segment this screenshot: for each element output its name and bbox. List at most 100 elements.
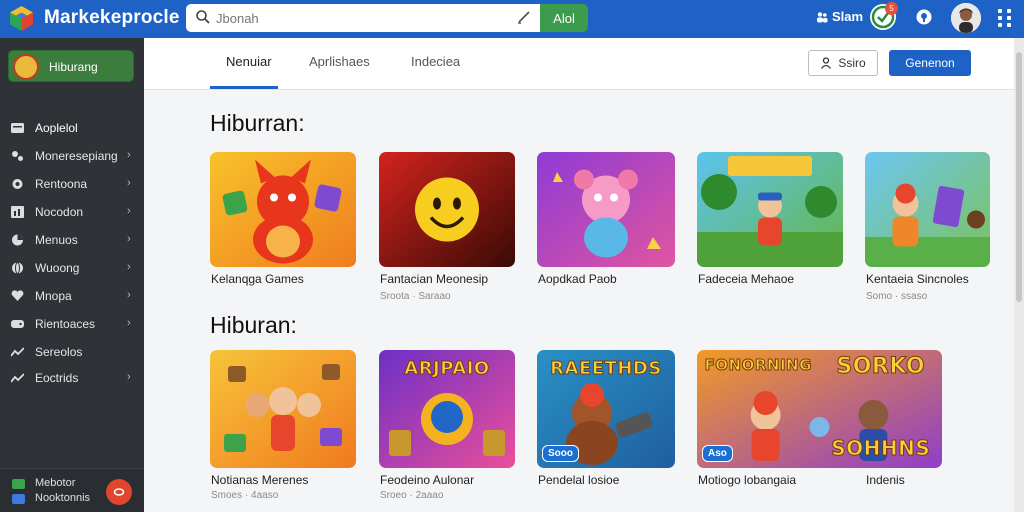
sidebar-item[interactable]: Rientoaces › (0, 312, 144, 336)
app-name[interactable]: Kentaeia Sincnoles (866, 272, 969, 286)
app-name[interactable]: Kelanqga Games (211, 272, 304, 286)
notification-badge: 5 (885, 2, 898, 15)
app-thumbnail[interactable] (537, 152, 675, 267)
category-badge-label: Hiburang (49, 60, 98, 74)
apps-grid-icon[interactable] (998, 9, 1012, 27)
sidebar-item[interactable]: Sereolos (0, 340, 144, 364)
app-name[interactable]: Fadeceia Mehaoe (698, 272, 794, 286)
user-group-icon (817, 11, 828, 22)
app-name[interactable]: Pendelal losioe (538, 473, 619, 487)
app-thumbnail[interactable] (210, 350, 356, 468)
sidebar-item[interactable]: Moneresepiang › (0, 144, 144, 168)
category-logo-icon (13, 54, 39, 80)
search-input[interactable] (216, 8, 486, 28)
app-name[interactable]: Motiogo lobangaia (698, 473, 796, 487)
sidebar-item[interactable]: Wuoong › (0, 256, 144, 280)
apps-icon (11, 123, 24, 133)
tab-indeciea[interactable]: Indeciea (411, 54, 460, 69)
status-icon (12, 479, 25, 489)
signin-label: Slam (832, 9, 864, 24)
chevron-right-icon: › (127, 205, 131, 217)
sidebar: Hiburang Aoplelol Moneresepiang › Rentoona ›… (0, 38, 144, 512)
thumbnail-banner-text: RAEETHDS (550, 358, 662, 380)
app-tag-badge: Sooo (542, 445, 579, 462)
sidebar-item-label: Menuos (35, 233, 78, 247)
app-meta: Somo · ssaso (866, 291, 928, 302)
search-box (186, 4, 540, 32)
chevron-right-icon: › (127, 371, 131, 383)
help-icon[interactable] (915, 8, 933, 26)
content-header: Nenuiar Aprlishaes Indeciea Ssiro Geneno… (144, 38, 1014, 90)
thumbnail-banner-text: SORKO (836, 354, 926, 380)
sidebar-item[interactable]: Aoplelol (0, 116, 144, 140)
record-button[interactable] (106, 479, 132, 505)
footer-line-2: Nooktonnis (35, 492, 91, 504)
sidebar-item[interactable]: Rentoona › (0, 172, 144, 196)
thumbnail-banner-text: FONORNING (704, 356, 812, 375)
search-button[interactable]: Alol (540, 4, 588, 32)
app-meta: Sroeo · 2aaao (380, 490, 444, 501)
user-icon (821, 57, 832, 69)
app-thumbnail[interactable] (865, 152, 990, 267)
app-thumbnail[interactable]: RAEETHDS Sooo (537, 350, 675, 468)
pie-icon (12, 234, 23, 246)
search-icon (196, 10, 210, 24)
chart-icon (11, 206, 24, 218)
record-icon (113, 488, 125, 496)
app-meta: Smoes · 4aaso (211, 490, 279, 501)
trend-icon (11, 373, 24, 383)
heart-icon (11, 290, 24, 301)
section-title: Hiburan: (210, 312, 297, 338)
globe-icon (12, 262, 23, 274)
tag-icon (12, 151, 23, 161)
footer-line-1: Mebotor (35, 477, 76, 489)
active-tab-indicator (210, 86, 278, 89)
app-name[interactable]: Feodeino Aulonar (380, 473, 474, 487)
sidebar-item[interactable]: Menuos › (0, 228, 144, 252)
signin-link[interactable]: Slam (816, 9, 863, 24)
tab-aprlishaes[interactable]: Aprlishaes (309, 54, 370, 69)
sidebar-item-label: Mnopa (35, 289, 72, 303)
app-name[interactable]: Aopdkad Paob (538, 272, 617, 286)
chevron-right-icon: › (127, 289, 131, 301)
logo-icon[interactable] (8, 5, 35, 32)
app-name[interactable]: Indenis (866, 473, 905, 487)
chevron-right-icon: › (127, 177, 131, 189)
status-icon (12, 494, 25, 504)
sidebar-item-label: Aoplelol (35, 121, 78, 135)
sidebar-item-label: Moneresepiang (35, 149, 118, 163)
app-thumbnail[interactable] (379, 152, 515, 267)
scrollbar-thumb[interactable] (1016, 52, 1022, 302)
app-name[interactable]: Notianas Merenes (211, 473, 308, 487)
sidebar-item[interactable]: Mnopa › (0, 284, 144, 308)
thumbnail-banner-text: ARJPAIO (404, 358, 490, 380)
app-thumbnail[interactable]: ARJPAIO (379, 350, 515, 468)
gamepad-icon (11, 320, 24, 328)
scrollbar[interactable] (1014, 38, 1024, 512)
app-thumbnail[interactable] (210, 152, 356, 267)
app-title: Markekeprocle (44, 7, 180, 28)
sidebar-item-label: Rentoona (35, 177, 88, 191)
sidebar-footer: Mebotor Nooktonnis (0, 468, 144, 512)
sidebar-item-label: Eoctrids (35, 371, 79, 385)
sidebar-category-badge[interactable]: Hiburang (8, 50, 134, 82)
chevron-right-icon: › (127, 233, 131, 245)
app-meta: Sroota · Saraao (380, 291, 451, 302)
tab-nenuiar[interactable]: Nenuiar (226, 54, 272, 69)
avatar[interactable] (951, 3, 981, 33)
sidebar-item[interactable]: Nocodon › (0, 200, 144, 224)
primary-action-button[interactable]: Genenon (889, 50, 971, 76)
app-thumbnail[interactable] (697, 152, 843, 267)
sidebar-item[interactable]: Eoctrids › (0, 366, 144, 390)
chevron-right-icon: › (127, 261, 131, 273)
sidebar-item-label: Wuoong (35, 261, 80, 275)
pen-icon[interactable] (516, 9, 532, 25)
chevron-right-icon: › (127, 317, 131, 329)
app-name[interactable]: Fantacian Meonesip (380, 272, 488, 286)
user-button[interactable]: Ssiro (808, 50, 878, 76)
chevron-right-icon: › (127, 149, 131, 161)
app-tag-badge: Aso (702, 445, 733, 462)
section-title: Hiburran: (210, 110, 305, 136)
app-thumbnail[interactable]: FONORNING SORKO SOHHNS Aso (697, 350, 942, 468)
trend-icon (11, 347, 24, 357)
